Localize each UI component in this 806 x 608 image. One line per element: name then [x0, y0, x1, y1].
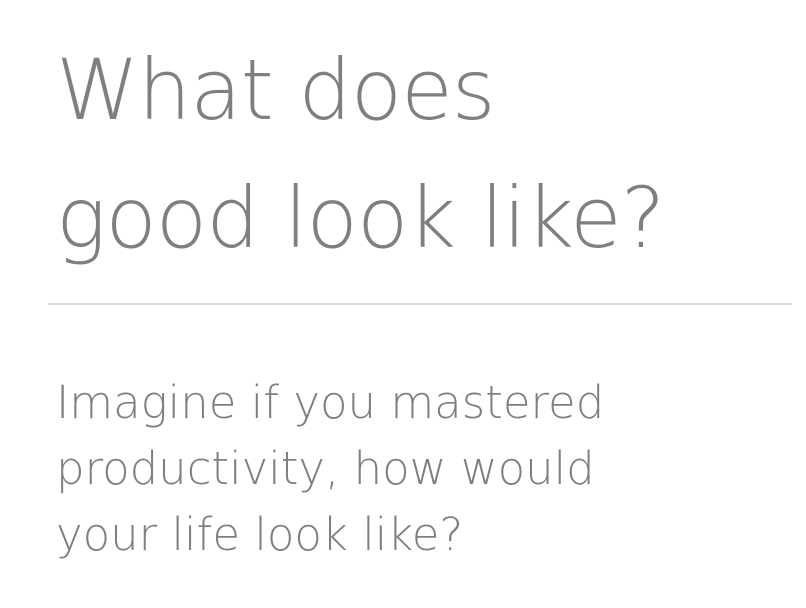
slide-subtitle-line-1: Imagine if you mastered — [56, 376, 605, 429]
title-divider — [48, 303, 792, 305]
presentation-slide: What does good look like? Imagine if you… — [0, 0, 806, 608]
slide-subtitle: Imagine if you mastered productivity, ho… — [56, 370, 796, 568]
slide-title: What does good look like? — [56, 26, 796, 282]
slide-title-line-2: good look like? — [56, 169, 665, 267]
slide-subtitle-line-3: your life look like? — [56, 508, 464, 561]
slide-title-line-1: What does — [56, 41, 496, 139]
slide-subtitle-line-2: productivity, how would — [56, 442, 595, 495]
